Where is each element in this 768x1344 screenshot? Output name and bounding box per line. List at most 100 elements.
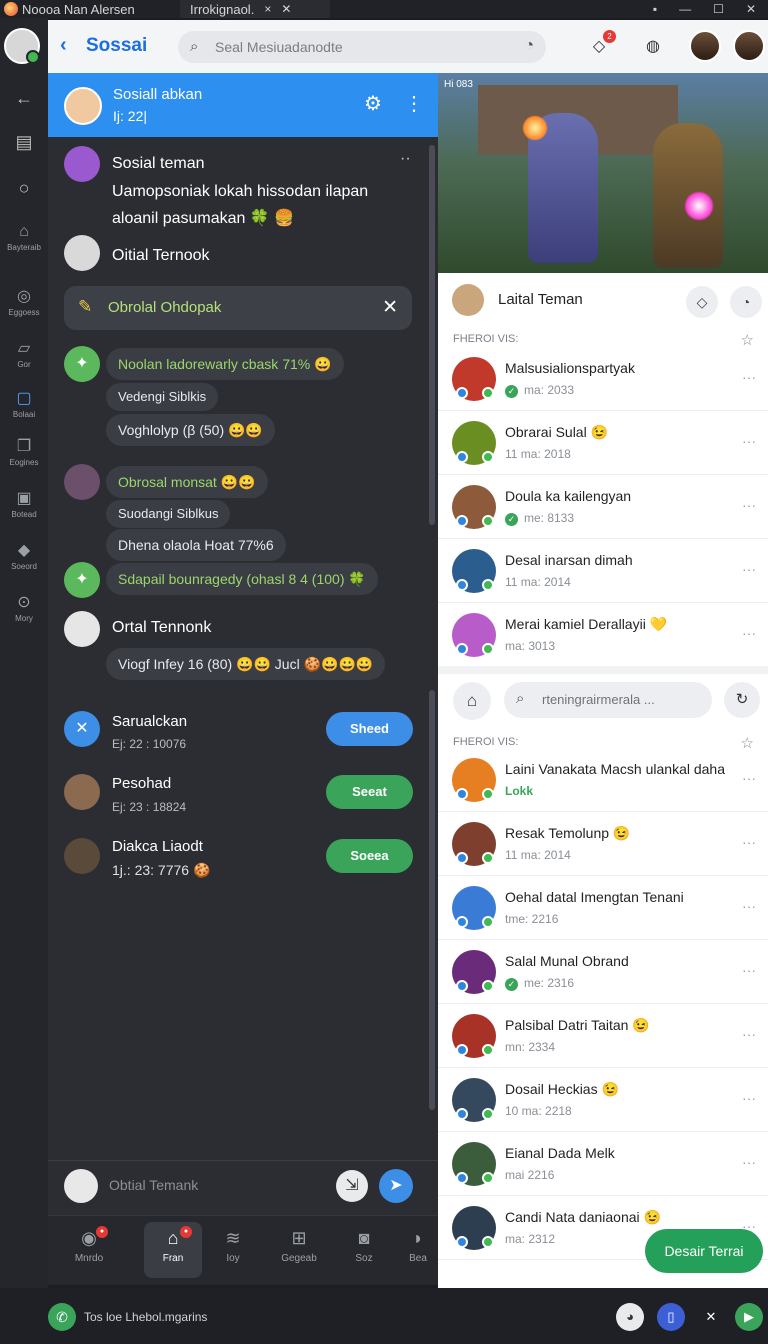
pinned-message[interactable]: ✎ Obrolal Ohdopak ✕: [64, 286, 412, 330]
friend-status-text: ma: 2312: [505, 1232, 556, 1246]
nav-item-layers[interactable]: ≋ Ioy: [204, 1222, 262, 1278]
pin-icon: ✎: [78, 297, 93, 316]
profile-avatar[interactable]: [4, 28, 40, 64]
friend-status-text: tme: 2216: [505, 912, 559, 926]
more-horizontal-icon[interactable]: ···: [742, 433, 756, 449]
gear-icon[interactable]: ⚙: [364, 91, 382, 116]
more-horizontal-icon[interactable]: ···: [742, 770, 756, 786]
friend-status: 11 ma: 2014: [505, 848, 571, 862]
rail-item-explore[interactable]: ◎ Eggoess: [0, 286, 48, 317]
pin-window-icon[interactable]: ▪: [653, 2, 657, 16]
panel-icon[interactable]: ▯: [657, 1303, 685, 1331]
more-vertical-icon[interactable]: ⋮: [404, 91, 424, 116]
status-badge: [482, 1044, 494, 1056]
message-options-icon[interactable]: ··: [400, 150, 411, 168]
rail-item-more[interactable]: ⊙ Mory: [0, 592, 48, 623]
friend-row[interactable]: Malsusialionspartyak ✓ ma: 2033 ···: [438, 347, 768, 411]
more-horizontal-icon[interactable]: ···: [742, 1154, 756, 1170]
friend-row[interactable]: Obrarai Sulal 😉 11 ma: 2018 ···: [438, 411, 768, 475]
tab-close2-icon[interactable]: ✕: [281, 2, 291, 16]
friend-row[interactable]: Laini Vanakata Macsh ulankal daha Lokk ···: [438, 748, 768, 812]
nav-item-media[interactable]: ◙ Soz: [335, 1222, 393, 1278]
message-avatar: [64, 464, 100, 500]
more-horizontal-icon[interactable]: ···: [742, 625, 756, 641]
back-arrow-icon[interactable]: ←: [0, 88, 48, 109]
notification-icon[interactable]: ◇: [584, 30, 616, 62]
rail-item-media[interactable]: ▣ Botead: [0, 488, 48, 519]
more-horizontal-icon[interactable]: ···: [742, 497, 756, 513]
nav-badge: ●: [180, 1226, 192, 1238]
invite-scrollbar[interactable]: [429, 690, 435, 1110]
invite-action-button[interactable]: Sheed: [326, 712, 413, 746]
rail-item-home[interactable]: ⌂ Bayteraib: [0, 223, 48, 252]
send-icon[interactable]: ➤: [379, 1169, 413, 1203]
rail-item-board[interactable]: ▢ Bolaai: [0, 388, 48, 419]
more-horizontal-icon[interactable]: ···: [742, 1026, 756, 1042]
more-circle-icon: ⊙: [17, 594, 31, 611]
refresh-icon[interactable]: ↻: [724, 682, 760, 718]
rail-item-pages[interactable]: ❐ Eogines: [0, 436, 48, 467]
more-horizontal-icon[interactable]: ···: [742, 1090, 756, 1106]
clock-icon[interactable]: ◔: [524, 37, 534, 55]
friend-name: Oehal datal Imengtan Tenani: [505, 889, 684, 905]
clock-icon[interactable]: ◔: [730, 286, 762, 318]
layers-icon: ≋: [225, 1228, 241, 1248]
more-horizontal-icon[interactable]: ···: [742, 834, 756, 850]
composer-input[interactable]: Obtial Temank: [109, 1177, 198, 1193]
friend-status-text: 11 ma: 2014: [505, 848, 571, 862]
more-horizontal-icon[interactable]: ···: [742, 898, 756, 914]
more-horizontal-icon[interactable]: ···: [742, 369, 756, 385]
home-icon[interactable]: ⌂: [453, 682, 491, 720]
status-badge: [456, 643, 468, 655]
nav-item-more[interactable]: ◗ Bea: [398, 1222, 438, 1278]
user-avatar[interactable]: [733, 30, 765, 62]
friend-row[interactable]: Merai kamiel Derallayii 💛 ma: 3013 ···: [438, 603, 768, 667]
status-badge: [456, 387, 468, 399]
close-window-icon[interactable]: ✕: [746, 2, 756, 16]
notes-icon[interactable]: ▤: [0, 132, 48, 153]
add-friend-button[interactable]: Desair Terrai: [645, 1229, 763, 1273]
group-header[interactable]: Sosiall abkan Ij: 22| ⚙ ⋮: [48, 73, 438, 137]
friend-name: Merai kamiel Derallayii 💛: [505, 616, 668, 632]
composer-avatar: [64, 1169, 98, 1203]
friend-row[interactable]: Desal inarsan dimah 11 ma: 2014 ···: [438, 539, 768, 603]
status-badge: [456, 1172, 468, 1184]
invite-action-button[interactable]: Seeat: [326, 775, 413, 809]
more-horizontal-icon[interactable]: ···: [742, 561, 756, 577]
friend-row[interactable]: Eianal Dada Melk mai 2216 ···: [438, 1132, 768, 1196]
rail-item-store[interactable]: ◆ Soeord: [0, 540, 48, 571]
close-icon[interactable]: ✕: [382, 296, 398, 319]
bot-icon[interactable]: ◕: [616, 1303, 644, 1331]
close-icon[interactable]: ✕: [697, 1303, 725, 1331]
friend-row[interactable]: Resak Temolunp 😉 11 ma: 2014 ···: [438, 812, 768, 876]
circle-icon[interactable]: ○: [0, 178, 48, 199]
more-horizontal-icon[interactable]: ···: [742, 962, 756, 978]
invite-action-button[interactable]: Soeea: [326, 839, 413, 873]
friend-row[interactable]: Dosail Heckias 😉 10 ma: 2218 ···: [438, 1068, 768, 1132]
activity-icon[interactable]: ◍: [638, 32, 668, 62]
friend-avatar[interactable]: [689, 30, 721, 62]
tab-close-icon[interactable]: ×: [264, 2, 271, 16]
search-bar[interactable]: ⌕ Seal Mesiuadanodte ◔: [178, 31, 546, 63]
nav-item-friends[interactable]: ● ⌂ Fran: [144, 1222, 202, 1278]
friends-search-input[interactable]: ⌕ rteningrairmerala ...: [504, 682, 712, 718]
chat-scrollbar[interactable]: [429, 145, 435, 525]
game-stream-video[interactable]: Hi 083: [438, 73, 768, 273]
nav-item-games[interactable]: ⊞ Gegeab: [270, 1222, 328, 1278]
friend-name: Dosail Heckias 😉: [505, 1081, 619, 1097]
friend-row[interactable]: Doula ka kailengyan ✓ me: 8133 ···: [438, 475, 768, 539]
friend-status: mn: 2334: [505, 1040, 555, 1054]
back-chevron-icon[interactable]: ‹: [60, 34, 67, 57]
friend-row[interactable]: Salal Munal Obrand ✓ me: 2316 ···: [438, 940, 768, 1004]
diamond-icon[interactable]: ◇: [686, 286, 718, 318]
minimize-icon[interactable]: —: [679, 2, 691, 16]
rail-item-chat[interactable]: ▱ Gor: [0, 338, 48, 369]
attach-icon[interactable]: ⇲: [336, 1170, 368, 1202]
maximize-icon[interactable]: ☐: [713, 2, 724, 16]
phone-icon[interactable]: ✆: [48, 1303, 76, 1331]
friend-row[interactable]: Oehal datal Imengtan Tenani tme: 2216 ···: [438, 876, 768, 940]
friend-row[interactable]: Palsibal Datri Taitan 😉 mn: 2334 ···: [438, 1004, 768, 1068]
nav-item-home[interactable]: ● ◉ Mnrdo: [60, 1222, 118, 1278]
share-icon[interactable]: ▶: [735, 1303, 763, 1331]
browser-tab[interactable]: Irrokignaol. × ✕: [180, 0, 330, 18]
